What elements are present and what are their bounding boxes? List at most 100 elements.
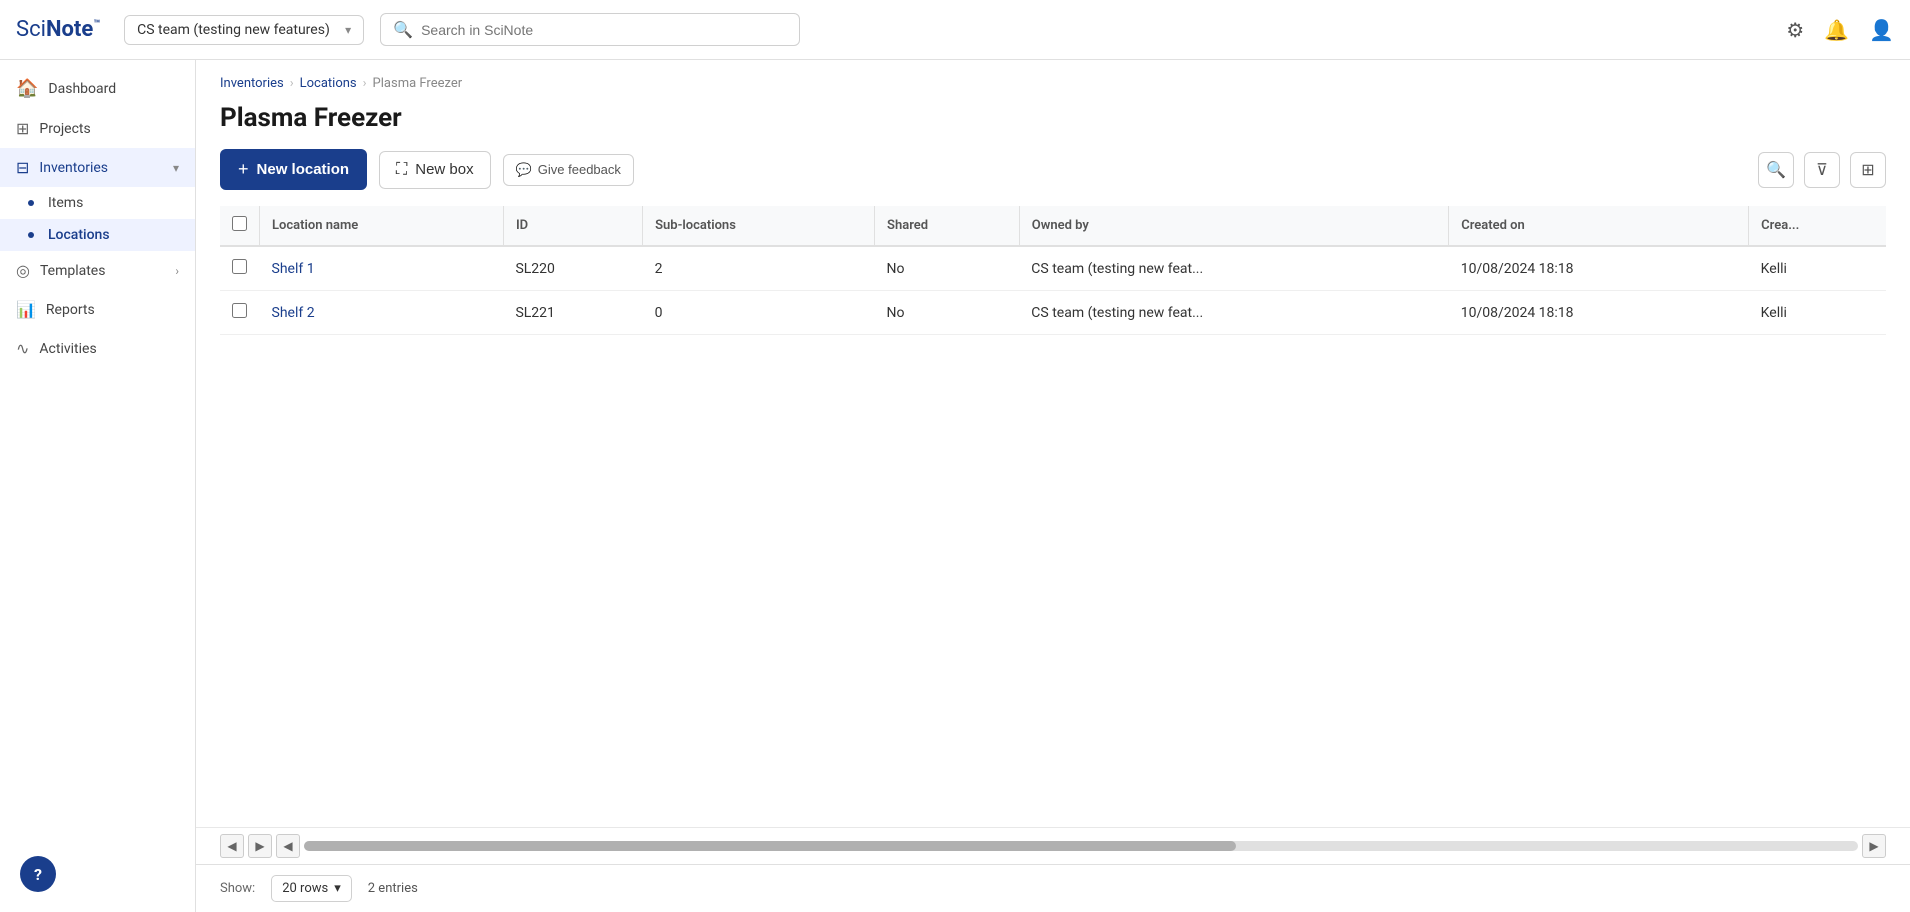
toolbar-right: 🔍 ⊽ ⊞ [1758, 152, 1886, 188]
sidebar-label-items: Items [48, 195, 83, 211]
scroll-right-button[interactable]: ▶ [248, 834, 272, 858]
table-wrapper: Location name ID Sub-locations Shared Ow… [196, 206, 1910, 827]
sidebar-item-activities[interactable]: ∿ Activities [0, 329, 195, 368]
show-label: Show: [220, 881, 255, 896]
rows-per-page-select[interactable]: 20 rows ▾ [271, 875, 352, 902]
sidebar-label-projects: Projects [39, 121, 90, 137]
sidebar-item-templates[interactable]: ◎ Templates › [0, 251, 195, 290]
header-location-name: Location name [260, 206, 504, 246]
cell-created-by-0: Kelli [1749, 246, 1886, 291]
sidebar-label-reports: Reports [46, 302, 95, 318]
cell-sub-locations-1: 0 [643, 291, 875, 335]
location-link-1[interactable]: Shelf 2 [272, 305, 315, 321]
search-input[interactable] [421, 22, 787, 38]
row-checkbox-0[interactable] [232, 259, 247, 274]
search-bar[interactable]: 🔍 [380, 13, 800, 46]
sidebar-item-items[interactable]: Items [0, 187, 195, 219]
sidebar-label-dashboard: Dashboard [48, 81, 116, 97]
sidebar-label-inventories: Inventories [39, 160, 108, 176]
box-icon: ⛶ [396, 161, 407, 179]
user-icon[interactable]: 👤 [1869, 18, 1894, 42]
sidebar-label-locations: Locations [48, 227, 110, 243]
search-toggle-button[interactable]: 🔍 [1758, 152, 1794, 188]
new-location-button[interactable]: + New location [220, 149, 367, 190]
reports-icon: 📊 [16, 300, 36, 319]
header-checkbox-col [220, 206, 260, 246]
inventories-chevron-icon: ▾ [173, 161, 179, 175]
templates-chevron-icon: › [175, 264, 179, 278]
header-sub-locations: Sub-locations [643, 206, 875, 246]
search-icon: 🔍 [1766, 160, 1786, 179]
breadcrumb-locations[interactable]: Locations [300, 76, 357, 91]
help-button[interactable]: ? [20, 856, 56, 892]
rows-value: 20 rows [282, 881, 328, 896]
sidebar-label-templates: Templates [40, 263, 106, 279]
filter-icon: ⊽ [1816, 160, 1828, 179]
bottom-bar: Show: 20 rows ▾ 2 entries [196, 864, 1910, 912]
row-checkbox-cell [220, 246, 260, 291]
breadcrumb: Inventories › Locations › Plasma Freezer [196, 60, 1910, 99]
locations-dot-icon [28, 232, 34, 238]
rows-chevron-icon: ▾ [334, 881, 341, 896]
location-link-0[interactable]: Shelf 1 [272, 261, 315, 277]
search-icon: 🔍 [393, 20, 413, 39]
sidebar-item-projects[interactable]: ⊞ Projects [0, 109, 195, 148]
columns-icon: ⊞ [1861, 160, 1874, 179]
entries-count: 2 entries [368, 881, 418, 896]
feedback-icon: 💬 [516, 162, 532, 178]
cell-owned-by-1: CS team (testing new feat... [1019, 291, 1448, 335]
top-navigation: SciNote™ CS team (testing new features) … [0, 0, 1910, 60]
cell-shared-1: No [875, 291, 1020, 335]
locations-table: Location name ID Sub-locations Shared Ow… [220, 206, 1886, 335]
header-created-on: Created on [1449, 206, 1749, 246]
scroll-left-button[interactable]: ◀ [220, 834, 244, 858]
cell-sub-locations-0: 2 [643, 246, 875, 291]
table-row: Shelf 1 SL220 2 No CS team (testing new … [220, 246, 1886, 291]
new-location-label: New location [257, 161, 350, 178]
plus-icon: + [238, 159, 249, 180]
activities-icon: ∿ [16, 339, 29, 358]
scroll-next-button[interactable]: ▶ [1862, 834, 1886, 858]
select-all-checkbox[interactable] [232, 216, 247, 231]
columns-button[interactable]: ⊞ [1850, 152, 1886, 188]
team-name: CS team (testing new features) [137, 22, 330, 38]
sidebar-item-locations[interactable]: Locations [0, 219, 195, 251]
sidebar-item-dashboard[interactable]: 🏠 Dashboard [0, 68, 195, 109]
sidebar: 🏠 Dashboard ⊞ Projects ⊟ Inventories ▾ I… [0, 60, 196, 912]
new-box-button[interactable]: ⛶ New box [379, 151, 491, 189]
scroll-prev-button[interactable]: ◀ [276, 834, 300, 858]
team-chevron-icon: ▾ [345, 23, 351, 37]
cell-id-0: SL220 [503, 246, 642, 291]
breadcrumb-current: Plasma Freezer [373, 76, 463, 91]
sidebar-item-reports[interactable]: 📊 Reports [0, 290, 195, 329]
team-selector[interactable]: CS team (testing new features) ▾ [124, 15, 364, 45]
breadcrumb-sep-2: › [363, 76, 367, 91]
settings-icon[interactable]: ⚙ [1786, 18, 1804, 42]
header-shared: Shared [875, 206, 1020, 246]
row-checkbox-cell [220, 291, 260, 335]
give-feedback-button[interactable]: 💬 Give feedback [503, 154, 634, 186]
scroll-thumb [304, 841, 1236, 851]
header-created-by: Crea... [1749, 206, 1886, 246]
projects-icon: ⊞ [16, 119, 29, 138]
topnav-right-icons: ⚙ 🔔 👤 [1786, 18, 1894, 42]
inventories-icon: ⊟ [16, 158, 29, 177]
templates-icon: ◎ [16, 261, 30, 280]
cell-created-by-1: Kelli [1749, 291, 1886, 335]
filter-button[interactable]: ⊽ [1804, 152, 1840, 188]
breadcrumb-inventories[interactable]: Inventories [220, 76, 284, 91]
row-checkbox-1[interactable] [232, 303, 247, 318]
notifications-icon[interactable]: 🔔 [1824, 18, 1849, 42]
header-id: ID [503, 206, 642, 246]
scroll-track [304, 841, 1858, 851]
main-content: Inventories › Locations › Plasma Freezer… [196, 60, 1910, 912]
give-feedback-label: Give feedback [538, 162, 621, 177]
cell-shared-0: No [875, 246, 1020, 291]
cell-created-on-0: 10/08/2024 18:18 [1449, 246, 1749, 291]
cell-location-name-1: Shelf 2 [260, 291, 504, 335]
cell-location-name-0: Shelf 1 [260, 246, 504, 291]
sidebar-item-inventories[interactable]: ⊟ Inventories ▾ [0, 148, 195, 187]
sidebar-label-activities: Activities [39, 341, 96, 357]
breadcrumb-sep-1: › [290, 76, 294, 91]
cell-id-1: SL221 [503, 291, 642, 335]
